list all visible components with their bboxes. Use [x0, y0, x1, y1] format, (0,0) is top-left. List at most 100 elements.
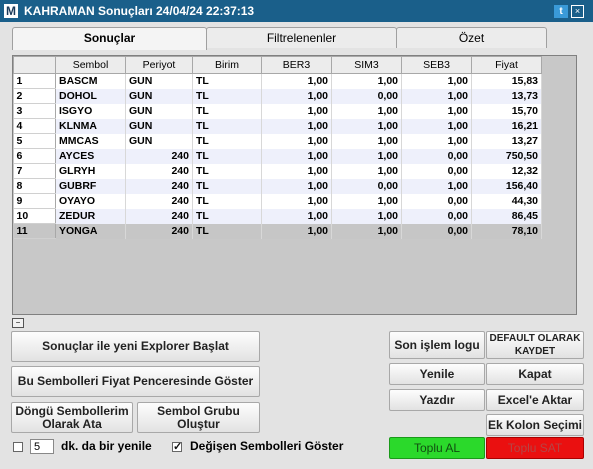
refresh-label: dk. da bir yenile	[61, 439, 152, 453]
header-birim[interactable]: Birim	[192, 56, 262, 74]
cell-birim: TL	[192, 163, 262, 179]
cell-periyot: GUN	[125, 118, 193, 134]
cell-seb3: 1,00	[401, 178, 472, 194]
header-fiyat[interactable]: Fiyat	[471, 56, 542, 74]
cell-sim3: 1,00	[331, 118, 402, 134]
cell-ber3: 1,00	[261, 88, 332, 104]
close-icon[interactable]: ×	[571, 5, 584, 18]
cell-birim: TL	[192, 193, 262, 209]
cell-ber3: 1,00	[261, 133, 332, 149]
cell-sembol: DOHOL	[55, 88, 126, 104]
table-row[interactable]: 9 OYAYO 240 TL 1,00 1,00 0,00 44,30	[13, 193, 542, 209]
auto-refresh-checkbox[interactable]	[13, 442, 23, 452]
cell-sembol: MMCAS	[55, 133, 126, 149]
assign-loop-symbols-button[interactable]: Döngü Sembollerim Olarak Ata	[11, 402, 133, 433]
table-row[interactable]: 7 GLRYH 240 TL 1,00 1,00 0,00 12,32	[13, 163, 542, 179]
cell-fiyat: 12,32	[471, 163, 542, 179]
row-index: 9	[13, 193, 56, 209]
bulk-buy-button[interactable]: Toplu AL	[389, 437, 485, 459]
cell-sim3: 0,00	[331, 88, 402, 104]
cell-ber3: 1,00	[261, 118, 332, 134]
cell-sim3: 1,00	[331, 133, 402, 149]
table-row[interactable]: 10 ZEDUR 240 TL 1,00 1,00 0,00 86,45	[13, 208, 542, 224]
cell-seb3: 0,00	[401, 208, 472, 224]
table-row[interactable]: 3 ISGYO GUN TL 1,00 1,00 1,00 15,70	[13, 103, 542, 119]
tab-ozet[interactable]: Özet	[396, 27, 547, 48]
cell-ber3: 1,00	[261, 223, 332, 239]
row-index: 4	[13, 118, 56, 134]
cell-sim3: 1,00	[331, 148, 402, 164]
cell-ber3: 1,00	[261, 178, 332, 194]
bulk-sell-button[interactable]: Toplu SAT	[486, 437, 584, 459]
cell-fiyat: 13,27	[471, 133, 542, 149]
save-default-button[interactable]: DEFAULT OLARAK KAYDET	[486, 331, 584, 359]
print-button[interactable]: Yazdır	[389, 389, 485, 411]
table-row[interactable]: 5 MMCAS GUN TL 1,00 1,00 1,00 13,27	[13, 133, 542, 149]
show-changed-label: Değişen Sembolleri Göster	[190, 439, 344, 453]
cell-birim: TL	[192, 208, 262, 224]
last-trade-log-button[interactable]: Son işlem logu	[389, 331, 485, 359]
tab-sonuclar[interactable]: Sonuçlar	[12, 27, 207, 50]
show-changed-checkbox[interactable]	[172, 440, 182, 453]
row-index: 8	[13, 178, 56, 194]
show-in-price-window-button[interactable]: Bu Sembolleri Fiyat Penceresinde Göster	[11, 366, 260, 397]
table-row[interactable]: 4 KLNMA GUN TL 1,00 1,00 1,00 16,21	[13, 118, 542, 134]
refresh-minutes-input[interactable]: 5	[30, 439, 54, 454]
cell-birim: TL	[192, 223, 262, 239]
cell-birim: TL	[192, 148, 262, 164]
cell-sim3: 1,00	[331, 208, 402, 224]
header-periyot[interactable]: Periyot	[125, 56, 193, 74]
row-index: 2	[13, 88, 56, 104]
cell-sembol: OYAYO	[55, 193, 126, 209]
cell-sembol: KLNMA	[55, 118, 126, 134]
extra-column-button[interactable]: Ek Kolon Seçimi	[486, 414, 584, 436]
close-button[interactable]: Kapat	[486, 363, 584, 385]
results-grid[interactable]: Sembol Periyot Birim BER3 SIM3 SEB3 Fiya…	[12, 55, 577, 315]
cell-ber3: 1,00	[261, 73, 332, 89]
app-logo: M	[4, 4, 18, 18]
cell-seb3: 0,00	[401, 148, 472, 164]
header-sim3[interactable]: SIM3	[331, 56, 402, 74]
cell-seb3: 1,00	[401, 133, 472, 149]
title-bar: M KAHRAMAN Sonuçları 24/04/24 22:37:13 t…	[0, 0, 593, 22]
header-seb3[interactable]: SEB3	[401, 56, 472, 74]
cell-periyot: GUN	[125, 73, 193, 89]
cell-sim3: 1,00	[331, 103, 402, 119]
create-symbol-group-button[interactable]: Sembol Grubu Oluştur	[137, 402, 260, 433]
table-row[interactable]: 11 YONGA 240 TL 1,00 1,00 0,00 78,10	[13, 223, 542, 239]
cell-birim: TL	[192, 178, 262, 194]
header-sembol[interactable]: Sembol	[55, 56, 126, 74]
table-row[interactable]: 6 AYCES 240 TL 1,00 1,00 0,00 750,50	[13, 148, 542, 164]
row-index: 10	[13, 208, 56, 224]
table-row[interactable]: 2 DOHOL GUN TL 1,00 0,00 1,00 13,73	[13, 88, 542, 104]
cell-seb3: 1,00	[401, 88, 472, 104]
explorer-start-button[interactable]: Sonuçlar ile yeni Explorer Başlat	[11, 331, 260, 362]
cell-sembol: YONGA	[55, 223, 126, 239]
row-index: 7	[13, 163, 56, 179]
row-index: 6	[13, 148, 56, 164]
table-row[interactable]: 1 BASCM GUN TL 1,00 1,00 1,00 15,83	[13, 73, 542, 89]
collapse-button[interactable]: −	[12, 318, 24, 328]
cell-periyot: GUN	[125, 88, 193, 104]
cell-periyot: 240	[125, 223, 193, 239]
export-excel-button[interactable]: Excel'e Aktar	[486, 389, 584, 411]
cell-fiyat: 156,40	[471, 178, 542, 194]
cell-sim3: 0,00	[331, 178, 402, 194]
cell-sembol: ISGYO	[55, 103, 126, 119]
cell-fiyat: 86,45	[471, 208, 542, 224]
cell-birim: TL	[192, 133, 262, 149]
cell-sim3: 1,00	[331, 163, 402, 179]
cell-fiyat: 15,83	[471, 73, 542, 89]
cell-ber3: 1,00	[261, 148, 332, 164]
refresh-button[interactable]: Yenile	[389, 363, 485, 385]
table-row[interactable]: 8 GUBRF 240 TL 1,00 0,00 1,00 156,40	[13, 178, 542, 194]
tab-filtrelenenler[interactable]: Filtrelenenler	[206, 27, 397, 48]
window-title: KAHRAMAN Sonuçları 24/04/24 22:37:13	[24, 4, 255, 18]
twitter-icon[interactable]: t	[554, 5, 568, 18]
cell-birim: TL	[192, 73, 262, 89]
cell-ber3: 1,00	[261, 208, 332, 224]
cell-fiyat: 44,30	[471, 193, 542, 209]
cell-seb3: 0,00	[401, 163, 472, 179]
table-body: 1 BASCM GUN TL 1,00 1,00 1,00 15,83 2 DOHOL GUN TL 1…	[13, 73, 542, 239]
header-ber3[interactable]: BER3	[261, 56, 332, 74]
